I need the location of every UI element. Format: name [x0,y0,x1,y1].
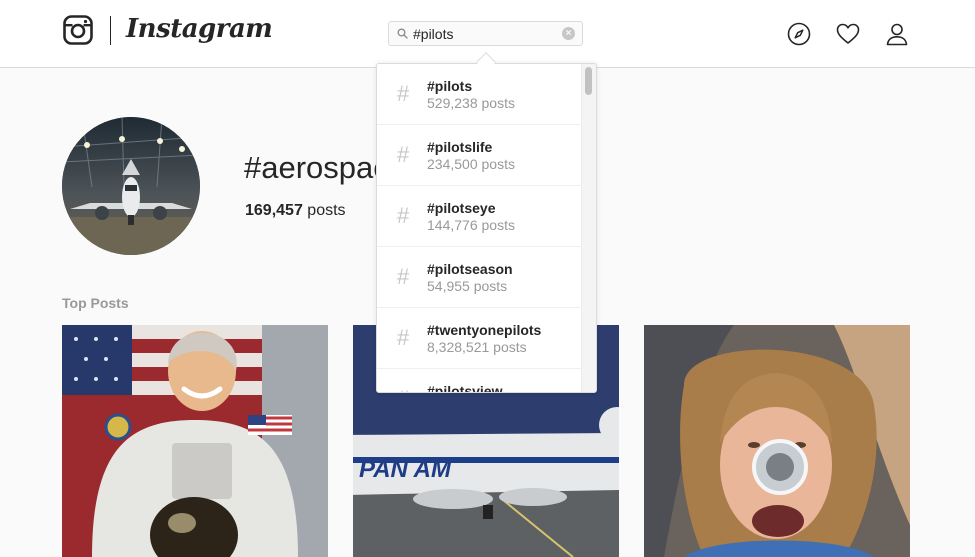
result-count: 529,238 posts [427,95,515,111]
search-result-item[interactable]: # #pilotsview [377,369,582,393]
result-name: #twentyonepilots [427,322,542,338]
hashtag-icon: # [397,325,410,350]
result-name: #pilotseye [427,200,496,216]
tag-post-count-suffix: posts [302,202,346,219]
instagram-logo-icon[interactable] [63,15,93,45]
compass-icon[interactable] [787,22,811,46]
post-tile-astronaut[interactable] [62,325,328,557]
logo-divider [110,16,111,45]
dropdown-scrollbar-thumb[interactable] [585,67,592,95]
hangar-airplane-image [62,117,200,255]
search-result-item[interactable]: # #pilotslife 234,500 posts [377,125,582,186]
result-name: #pilots [427,78,473,94]
tag-post-count: 169,457 posts [245,202,346,220]
result-name: #pilotsview [427,383,503,393]
search-result-item[interactable]: # #pilotseye 144,776 posts [377,186,582,247]
hashtag-icon: # [397,81,410,106]
result-name: #pilotslife [427,139,493,155]
result-count: 54,955 posts [427,278,508,294]
search-box[interactable]: × [388,21,583,46]
heart-icon[interactable] [836,22,860,46]
hashtag-icon: # [397,142,410,167]
search-result-item[interactable]: # #twentyonepilots 8,328,521 posts [377,308,582,369]
post-tile-water-bubble[interactable] [644,325,910,557]
hashtag-icon: # [397,264,410,289]
astronaut-photo [62,325,328,557]
clear-search-icon[interactable]: × [562,27,575,40]
result-name: #pilotseason [427,261,513,277]
search-input[interactable] [413,24,558,44]
search-result-item[interactable]: # #pilotseason 54,955 posts [377,247,582,308]
hashtag-icon: # [397,386,409,392]
top-posts-label: Top Posts [62,295,129,311]
search-icon [397,28,408,39]
dropdown-scrollbar[interactable] [581,64,596,392]
result-count: 144,776 posts [427,217,515,233]
search-results-dropdown: # #pilots 529,238 posts # #pilotslife 23… [376,63,597,393]
result-count: 234,500 posts [427,156,515,172]
instagram-wordmark[interactable]: Instagram [126,14,273,44]
tag-avatar [62,117,200,255]
pan-am-livery-mark: PAN AM [359,456,452,483]
tag-post-count-value: 169,457 [245,202,303,219]
result-count: 8,328,521 posts [427,339,527,355]
search-result-item[interactable]: # #pilots 529,238 posts [377,64,582,125]
hashtag-icon: # [397,203,410,228]
user-icon[interactable] [885,22,909,46]
astronaut-water-bubble-photo [644,325,910,557]
